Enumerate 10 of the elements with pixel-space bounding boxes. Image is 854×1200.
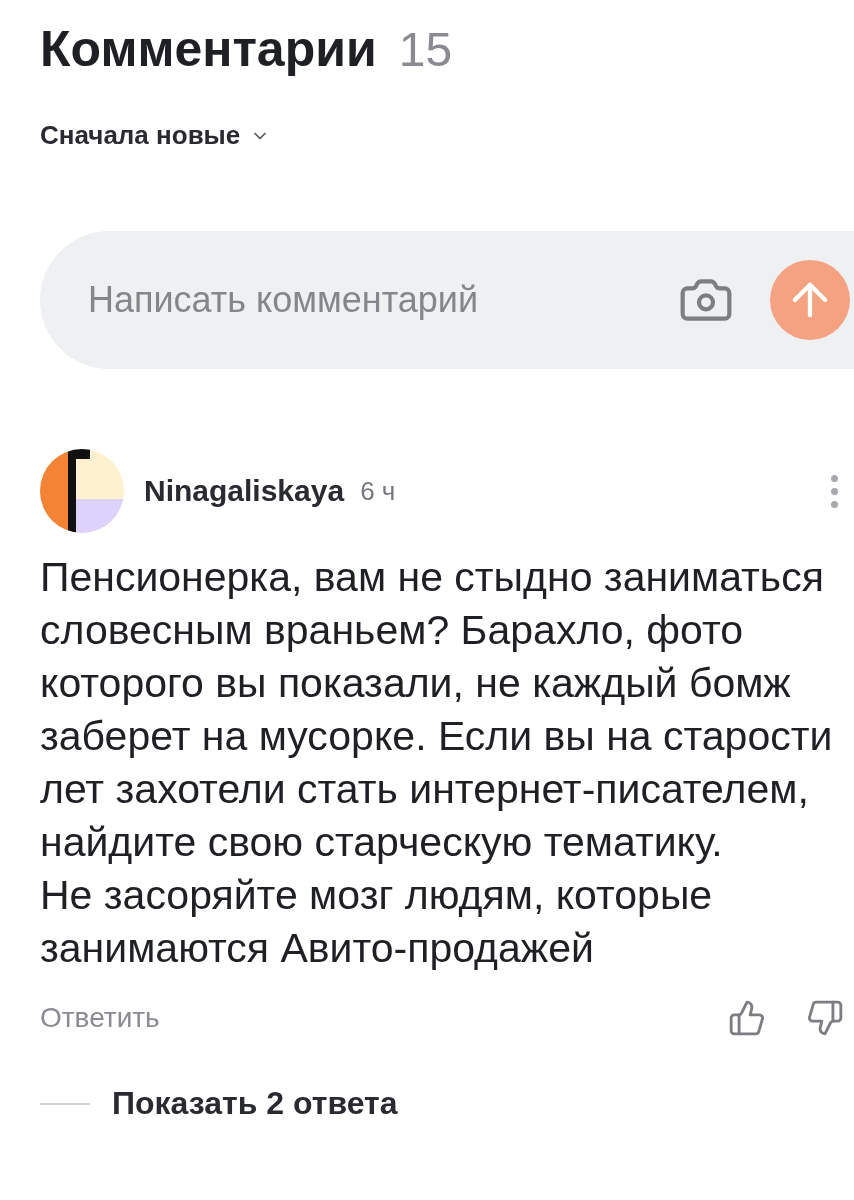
- comment-author[interactable]: Ninagaliskaya: [144, 474, 345, 508]
- show-replies-button[interactable]: Показать 2 ответа: [112, 1085, 398, 1122]
- thumbs-up-icon[interactable]: [728, 999, 766, 1037]
- comment-time: 6 ч: [360, 475, 396, 507]
- comment-input-field[interactable]: Написать комментарий: [86, 278, 642, 322]
- sort-dropdown[interactable]: Сначала новые: [40, 120, 271, 151]
- comments-count: 15: [398, 22, 453, 77]
- comments-title: Комментарии: [40, 20, 377, 78]
- thumbs-down-icon[interactable]: [806, 999, 844, 1037]
- comment-text: Пенсионерка, вам не стыдно заниматься словесным враньем? Барахло, фото которого вы показали, не каждый бомж заберет на мусорке. Если вы на старости лет захотели стать интернет-писателем, найдите свою старческую тематику. Не засоряйте мозг людям, которые занимаются Авито-продажей: [40, 553, 834, 973]
